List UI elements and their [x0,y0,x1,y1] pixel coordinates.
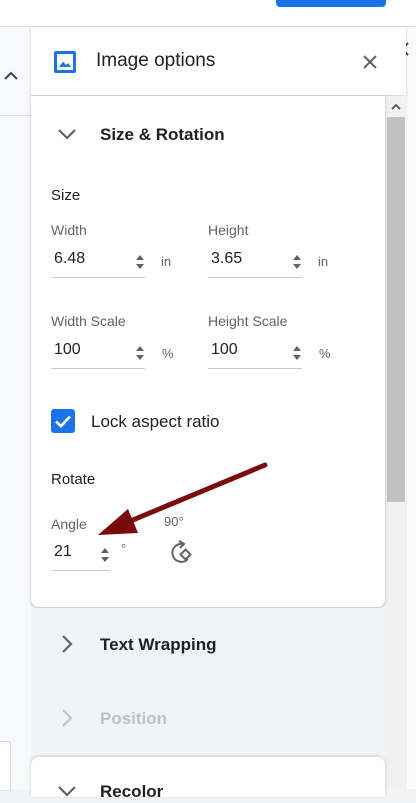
width-label: Width [51,222,87,238]
scroll-thumb[interactable] [387,117,405,502]
angle-field[interactable]: 21 [51,538,110,571]
angle-value: 21 [54,543,72,560]
top-toolbar [0,0,416,27]
share-button-edge[interactable] [276,0,386,7]
rotate-90-label: 90° [164,514,184,529]
height-scale-stepper[interactable] [292,344,302,362]
width-unit: in [161,254,172,269]
lock-aspect-checkbox[interactable] [51,409,75,433]
close-icon[interactable] [359,51,381,73]
position-label: Position [100,709,168,728]
size-rotation-card: Size & Rotation Size Width 6.48 in Heigh… [31,96,385,607]
height-value: 3.65 [211,250,243,267]
lock-aspect-label[interactable]: Lock aspect ratio [91,412,220,432]
width-value: 6.48 [54,250,86,267]
width-scale-field[interactable]: 100 [51,336,145,369]
height-field[interactable]: 3.65 [208,245,302,278]
size-title: Size [51,187,81,204]
text-wrapping-label: Text Wrapping [100,635,217,654]
height-unit: in [318,254,329,269]
height-label: Height [208,222,249,238]
recolor-card[interactable]: Recolor [31,757,385,801]
rotate-90-icon[interactable] [167,539,195,567]
height-scale-value: 100 [211,341,238,358]
chevron-down-icon [58,786,76,797]
width-stepper[interactable] [135,253,145,271]
height-scale-unit: % [319,346,331,361]
width-scale-label: Width Scale [51,313,126,329]
width-field[interactable]: 6.48 [51,245,145,278]
chevron-up-icon[interactable] [2,67,20,85]
scroll-up-icon[interactable] [391,102,401,112]
image-icon [54,51,76,73]
panel-scrollbar[interactable] [385,96,407,789]
height-scale-label: Height Scale [208,313,288,329]
angle-stepper[interactable] [100,546,110,564]
size-rotation-toggle[interactable]: Size & Rotation [31,96,385,172]
angle-unit: ° [121,541,127,556]
chevron-down-icon [58,129,76,140]
position-toggle[interactable]: Position [31,692,385,744]
width-scale-stepper[interactable] [135,344,145,362]
chevron-right-icon [62,709,73,727]
height-stepper[interactable] [292,253,302,271]
text-wrapping-toggle[interactable]: Text Wrapping [31,618,385,670]
width-scale-unit: % [162,346,174,361]
rotate-title: Rotate [51,471,96,488]
checkmark-icon [55,415,71,428]
chevron-right-icon [62,635,73,653]
height-scale-field[interactable]: 100 [208,336,302,369]
recolor-label: Recolor [100,782,164,801]
divider [0,115,31,116]
width-scale-value: 100 [54,341,81,358]
size-rotation-label: Size & Rotation [100,125,225,144]
document-edge [0,27,31,789]
page-edge [0,741,11,791]
angle-label: Angle [51,516,87,532]
panel-title: Image options [96,50,216,71]
image-options-header: Image options [31,27,406,95]
